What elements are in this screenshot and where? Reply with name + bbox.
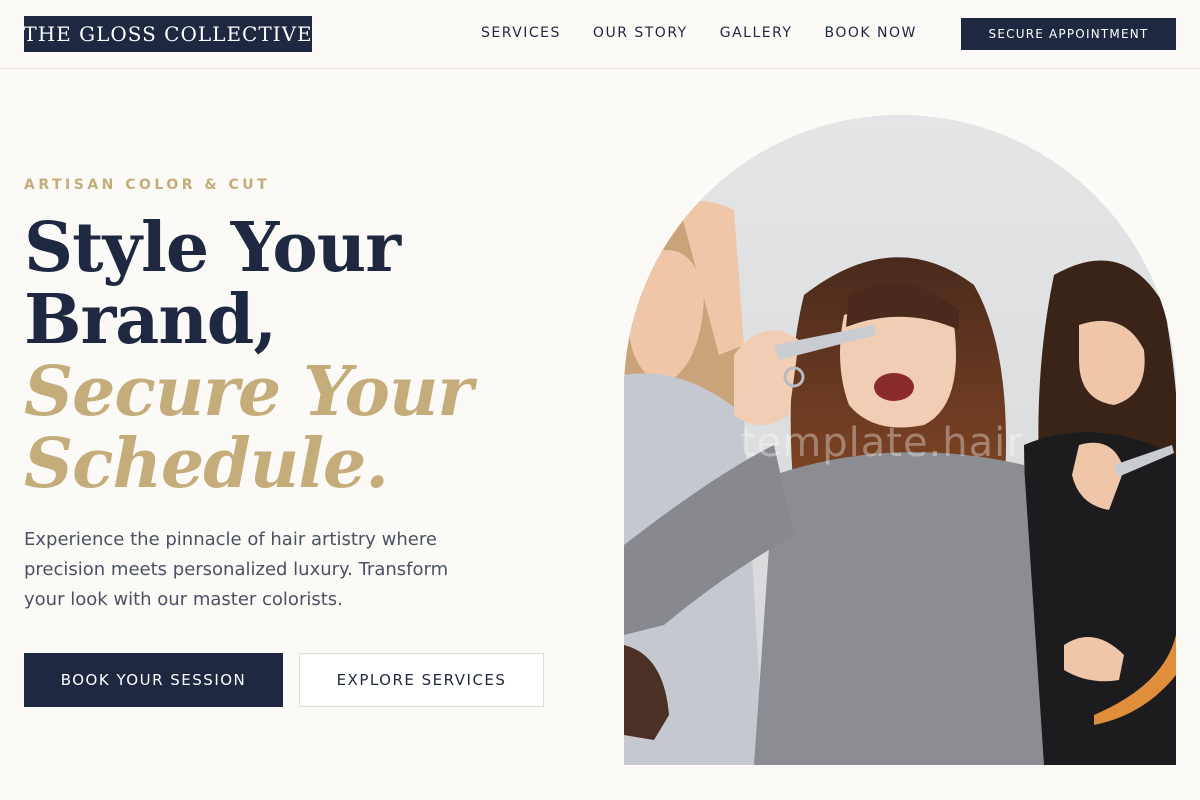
main-nav: SERVICES OUR STORY GALLERY BOOK NOW <box>481 24 949 42</box>
headline-line-1: Style Your <box>24 208 401 288</box>
nav-link-our-story[interactable]: OUR STORY <box>593 24 688 42</box>
secure-appointment-button[interactable]: SECURE APPOINTMENT <box>961 18 1176 50</box>
site-header: THE GLOSS COLLECTIVE SERVICES OUR STORY … <box>0 0 1200 69</box>
headline-line-3: Secure Your <box>24 352 473 432</box>
nav-link-services[interactable]: SERVICES <box>481 24 561 42</box>
headline-line-4: Schedule. <box>24 424 389 504</box>
hero-description: Experience the pinnacle of hair artistry… <box>24 529 449 610</box>
headline-line-2: Brand, <box>24 280 277 360</box>
image-watermark: template.hair <box>740 420 1024 466</box>
hero-eyebrow: ARTISAN COLOR & CUT <box>24 177 271 193</box>
nav-link-book-now[interactable]: BOOK NOW <box>824 24 916 42</box>
hero-headline: Style Your Brand, Secure Your Schedule. <box>24 212 584 500</box>
nav-link-gallery[interactable]: GALLERY <box>720 24 793 42</box>
explore-services-button[interactable]: EXPLORE SERVICES <box>299 653 544 707</box>
book-session-button[interactable]: BOOK YOUR SESSION <box>24 653 283 707</box>
brand-logo[interactable]: THE GLOSS COLLECTIVE <box>23 16 312 52</box>
